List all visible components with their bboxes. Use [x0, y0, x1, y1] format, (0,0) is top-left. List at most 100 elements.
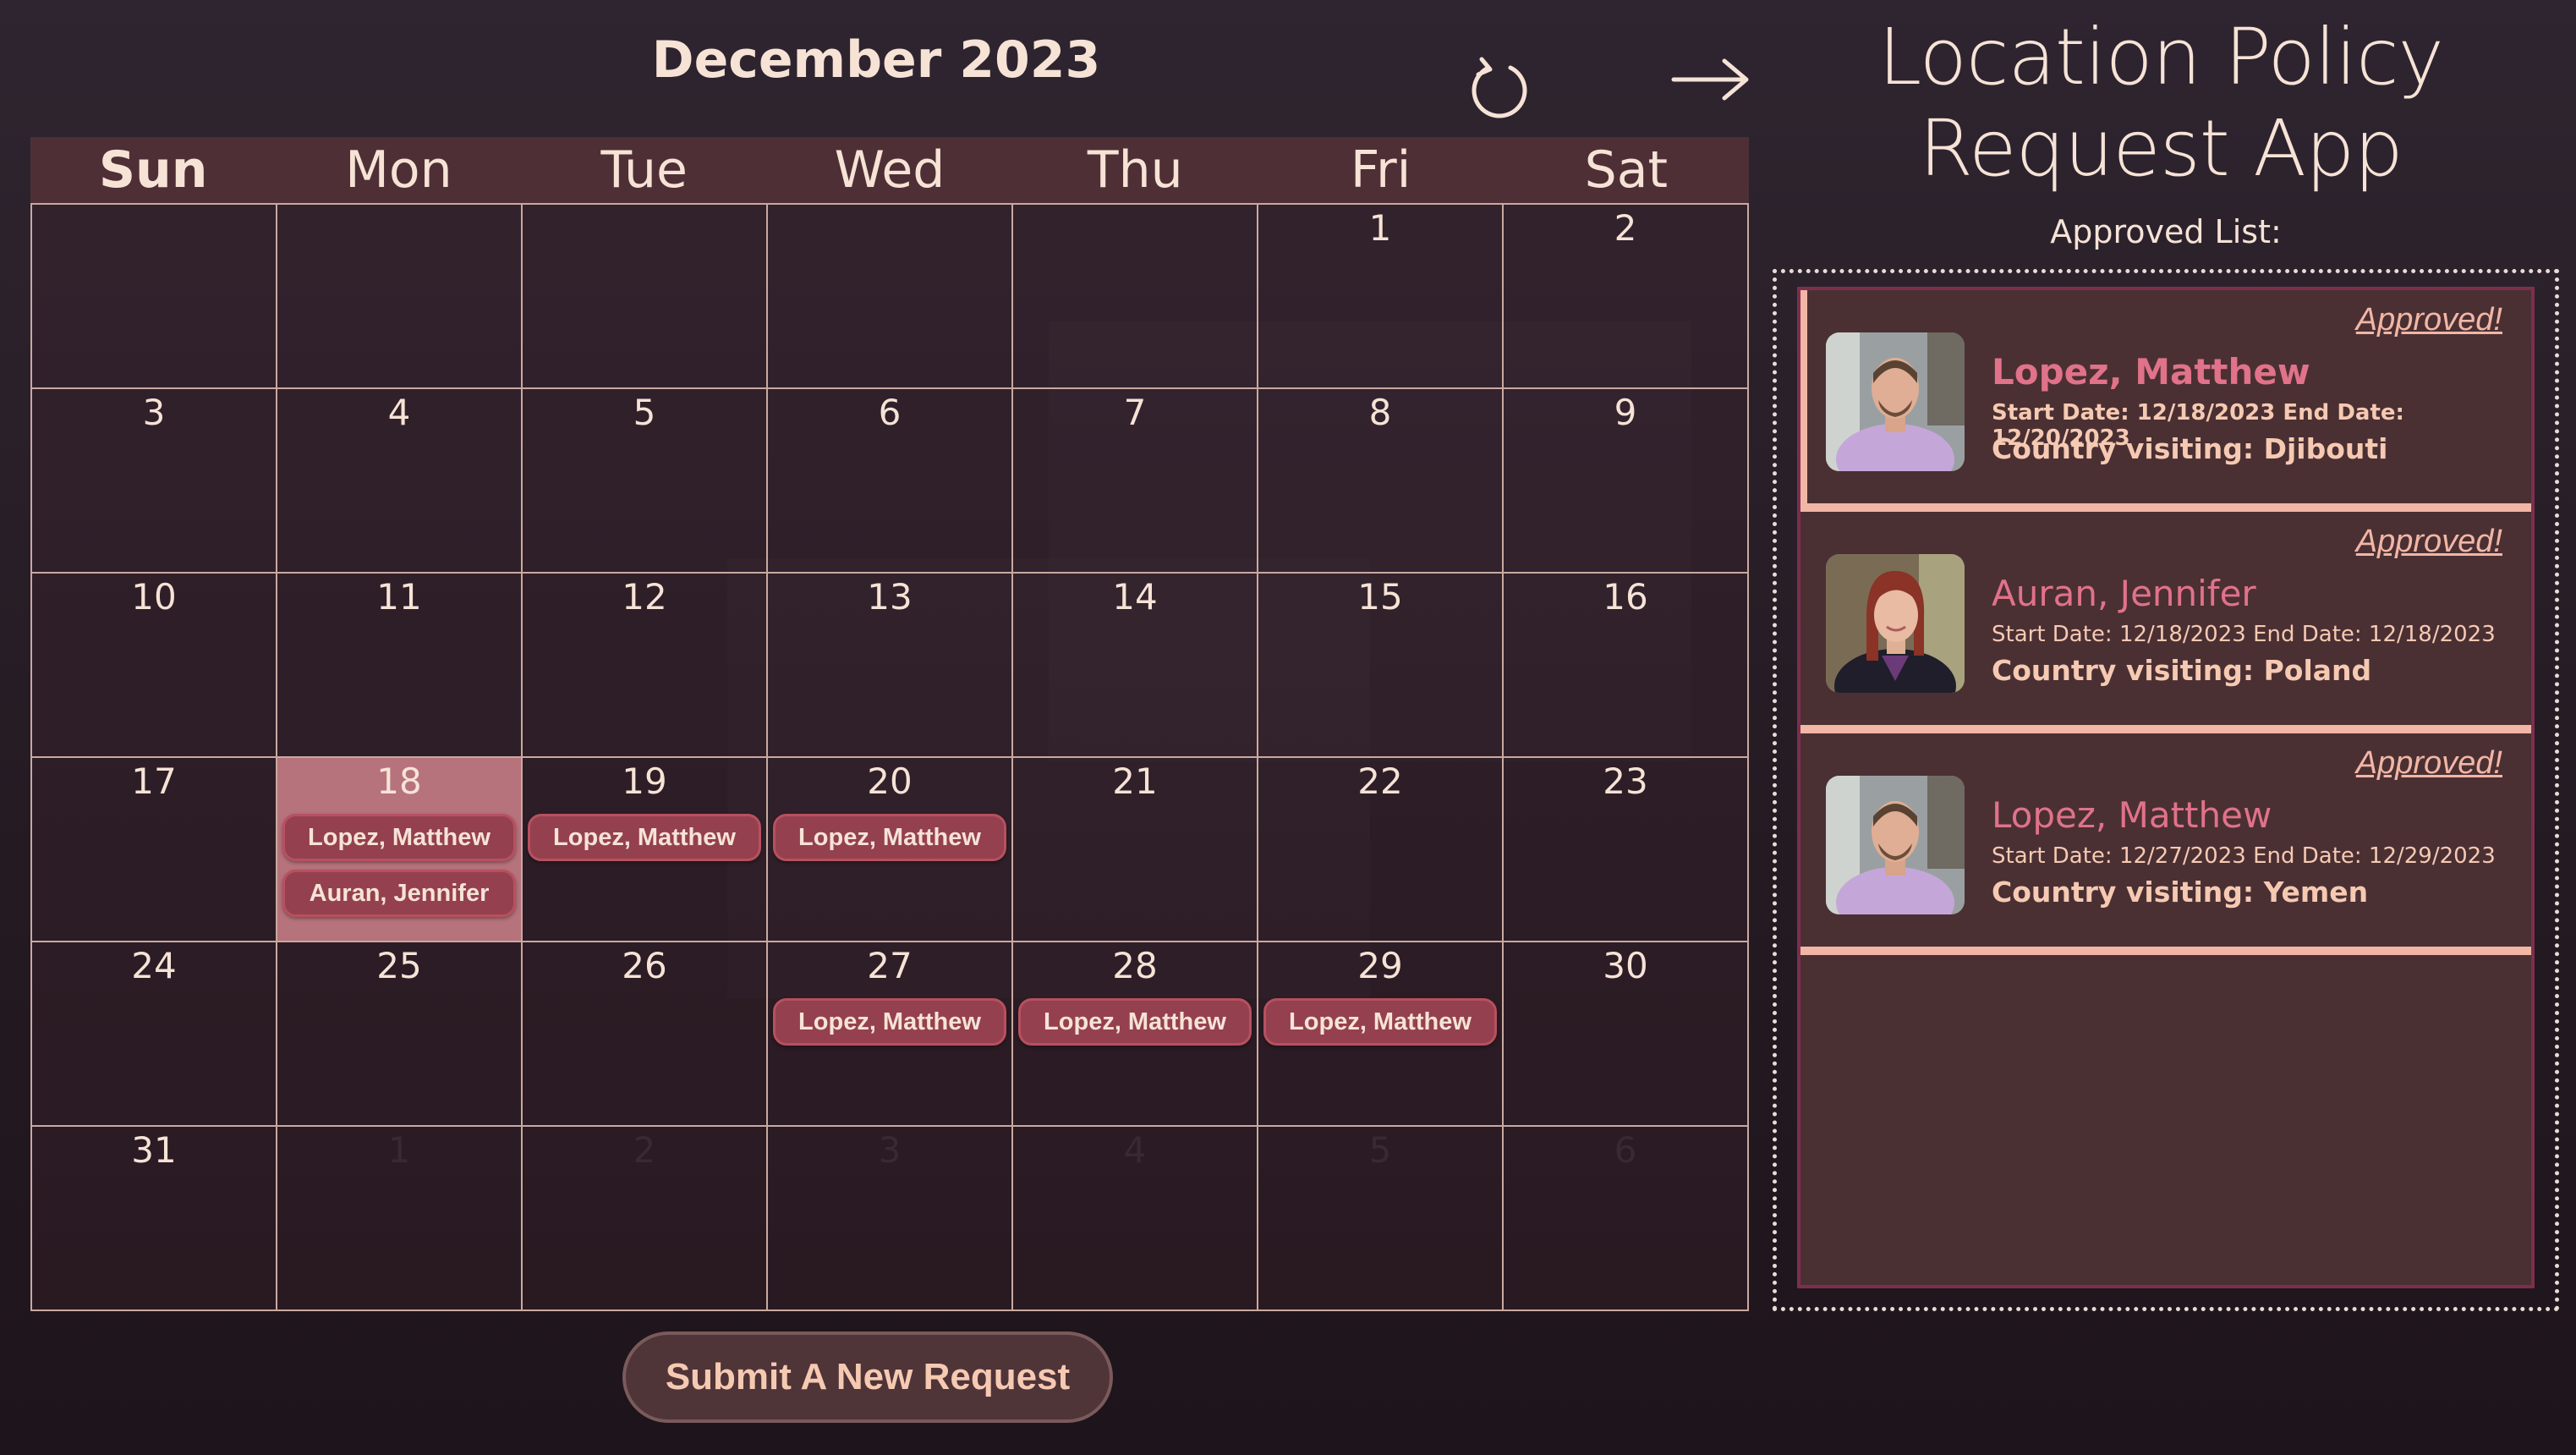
calendar-day-cell[interactable]: 2 [1504, 205, 1749, 389]
day-number: 1 [1368, 207, 1392, 249]
avatar [1826, 332, 1965, 471]
calendar-day-cell[interactable]: 27 Lopez, Matthew [768, 942, 1013, 1127]
day-number: 21 [1112, 760, 1158, 802]
day-number [277, 206, 521, 254]
day-number: 2 [633, 1129, 656, 1171]
right-arrow-icon [1671, 58, 1749, 101]
event-chip[interactable]: Lopez, Matthew [282, 814, 516, 861]
approved-card[interactable]: Approved! Lopez, Matthew Start Date: 12/… [1800, 290, 2531, 512]
approved-list: Approved! Lopez, Matthew Start Date: 12/… [1797, 287, 2535, 1288]
calendar-day-cell[interactable]: 26 [523, 942, 768, 1127]
refresh-button[interactable] [1463, 49, 1536, 122]
calendar-day-cell[interactable]: 5 [523, 389, 768, 574]
approved-card[interactable]: Approved! Auran, Jennifer Start Date: 12… [1800, 512, 2531, 733]
card-country: Country visiting: Poland [1992, 654, 2372, 687]
card-dates: Start Date: 12/18/2023 End Date: 12/18/2… [1992, 622, 2496, 647]
refresh-icon [1472, 57, 1527, 118]
approved-status: Approved! [2355, 745, 2502, 781]
calendar-day-cell[interactable]: 3 [32, 389, 277, 574]
day-number [1013, 206, 1257, 254]
approved-card[interactable]: Approved! Lopez, Matthew Start Date: 12/… [1800, 733, 2531, 955]
calendar-day-cell[interactable]: 23 [1504, 758, 1749, 942]
calendar: Sun Mon Tue Wed Thu Fri Sat 1 2 3 4 5 6 7 8 9 10 1… [30, 137, 1749, 1311]
calendar-day-cell[interactable]: 4 [277, 389, 523, 574]
person-photo-icon [1826, 332, 1965, 471]
calendar-day-cell[interactable]: 5 [1258, 1127, 1504, 1311]
day-number: 4 [1123, 1129, 1147, 1171]
weekday-mon: Mon [345, 140, 452, 200]
calendar-day-cell[interactable] [32, 205, 277, 389]
calendar-day-cell[interactable] [1013, 205, 1258, 389]
event-chip[interactable]: Lopez, Matthew [773, 998, 1006, 1046]
calendar-day-cell[interactable]: 11 [277, 574, 523, 758]
calendar-day-cell[interactable]: 1 [1258, 205, 1504, 389]
day-number: 1 [387, 1129, 411, 1171]
day-number: 28 [1112, 945, 1158, 986]
day-number: 12 [622, 576, 667, 618]
weekday-thu: Thu [1087, 140, 1183, 200]
day-number: 6 [878, 392, 902, 433]
calendar-day-cell[interactable]: 8 [1258, 389, 1504, 574]
day-number: 30 [1603, 945, 1648, 986]
calendar-day-cell[interactable]: 7 [1013, 389, 1258, 574]
day-number: 8 [1368, 392, 1392, 433]
day-number: 14 [1112, 576, 1158, 618]
calendar-day-cell[interactable]: 6 [768, 389, 1013, 574]
event-chip[interactable]: Lopez, Matthew [773, 814, 1006, 861]
day-number [523, 206, 766, 254]
calendar-day-cell[interactable]: 10 [32, 574, 277, 758]
day-number: 2 [1614, 207, 1637, 249]
calendar-day-cell[interactable]: 20 Lopez, Matthew [768, 758, 1013, 942]
calendar-day-cell[interactable]: 3 [768, 1127, 1013, 1311]
day-number [768, 206, 1011, 254]
calendar-day-cell[interactable]: 4 [1013, 1127, 1258, 1311]
person-photo-icon [1826, 554, 1965, 693]
calendar-weekday-header: Sun Mon Tue Wed Thu Fri Sat [30, 137, 1749, 203]
calendar-day-cell[interactable]: 17 [32, 758, 277, 942]
calendar-day-cell[interactable]: 24 [32, 942, 277, 1127]
calendar-day-cell[interactable]: 29 Lopez, Matthew [1258, 942, 1504, 1127]
weekday-sun: Sun [98, 140, 208, 200]
calendar-day-cell[interactable]: 16 [1504, 574, 1749, 758]
calendar-day-cell[interactable]: 9 [1504, 389, 1749, 574]
event-chip[interactable]: Lopez, Matthew [1018, 998, 1252, 1046]
avatar [1826, 554, 1965, 693]
calendar-day-cell[interactable]: 13 [768, 574, 1013, 758]
calendar-day-cell[interactable]: 30 [1504, 942, 1749, 1127]
calendar-day-cell[interactable]: 19 Lopez, Matthew [523, 758, 768, 942]
calendar-day-cell[interactable] [523, 205, 768, 389]
calendar-day-cell[interactable] [277, 205, 523, 389]
calendar-day-cell[interactable]: 6 [1504, 1127, 1749, 1311]
calendar-day-cell[interactable]: 15 [1258, 574, 1504, 758]
calendar-day-cell[interactable] [768, 205, 1013, 389]
day-number: 4 [387, 392, 411, 433]
weekday-tue: Tue [600, 140, 688, 200]
calendar-day-cell[interactable]: 25 [277, 942, 523, 1127]
weekday-fri: Fri [1350, 140, 1411, 200]
calendar-day-cell-selected[interactable]: 18 Lopez, Matthew Auran, Jennifer [277, 758, 523, 942]
event-chip[interactable]: Lopez, Matthew [1263, 998, 1497, 1046]
day-number: 7 [1123, 392, 1147, 433]
day-number: 6 [1614, 1129, 1637, 1171]
day-number: 27 [867, 945, 913, 986]
app-title: Location Policy Request App [1878, 12, 2444, 194]
event-chip[interactable]: Auran, Jennifer [282, 870, 516, 917]
day-number: 9 [1614, 392, 1637, 433]
day-number: 19 [622, 760, 667, 802]
approved-status: Approved! [2355, 524, 2502, 559]
calendar-day-cell[interactable]: 1 [277, 1127, 523, 1311]
calendar-day-cell[interactable]: 22 [1258, 758, 1504, 942]
calendar-day-cell[interactable]: 28 Lopez, Matthew [1013, 942, 1258, 1127]
submit-request-button[interactable]: Submit A New Request [622, 1331, 1113, 1423]
calendar-day-cell[interactable]: 14 [1013, 574, 1258, 758]
calendar-day-cell[interactable]: 2 [523, 1127, 768, 1311]
event-chip[interactable]: Lopez, Matthew [528, 814, 761, 861]
calendar-day-cell[interactable]: 12 [523, 574, 768, 758]
card-dates: Start Date: 12/27/2023 End Date: 12/29/2… [1992, 843, 2496, 869]
calendar-day-cell[interactable]: 31 [32, 1127, 277, 1311]
day-number: 25 [376, 945, 422, 986]
weekday-sat: Sat [1584, 140, 1669, 200]
day-number: 16 [1603, 576, 1648, 618]
calendar-day-cell[interactable]: 21 [1013, 758, 1258, 942]
day-number: 23 [1603, 760, 1648, 802]
